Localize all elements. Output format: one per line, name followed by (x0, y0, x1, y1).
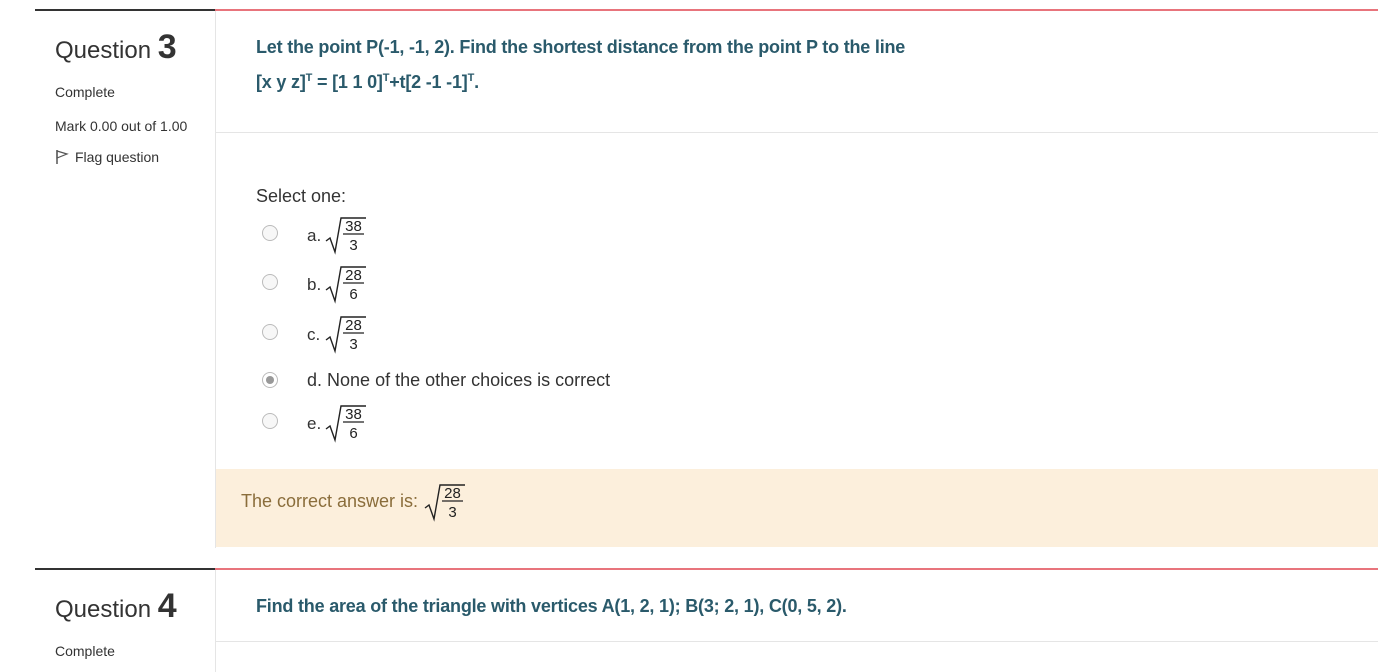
q3-option-d-text: None of the other choices is correct (327, 370, 611, 390)
q3-option-e-numerator: 38 (345, 406, 362, 423)
q3-vec-point: = [1 1 0] (312, 72, 383, 92)
q3-question-line2: [x y z]T = [1 1 0]T+t[2 -1 -1]T. (256, 72, 905, 93)
sqrt-icon: 38 6 (325, 405, 366, 443)
q3-option-d-radio[interactable] (262, 372, 278, 388)
q3-option-b-letter: b. (307, 275, 322, 294)
flag-icon (56, 150, 69, 164)
q3-option-d-label: d. None of the other choices is correct (307, 370, 610, 391)
q3-separator (215, 132, 1378, 133)
q4-question-text: Find the area of the triangle with verti… (256, 596, 847, 616)
q3-mark: Mark 0.00 out of 1.00 (55, 118, 188, 134)
q3-period: . (474, 72, 479, 92)
q3-state: Complete (55, 84, 115, 100)
q3-option-c[interactable]: c. 28 3 (262, 314, 862, 354)
q3-option-c-letter: c. (307, 325, 321, 344)
q3-option-a-radio[interactable] (262, 225, 278, 241)
q3-top-rule-left (35, 9, 215, 11)
q3-correct-numerator: 28 (444, 485, 461, 502)
sqrt-icon: 38 3 (325, 217, 366, 255)
q3-option-b-denominator: 6 (349, 286, 357, 303)
q3-option-d-letter: d. (307, 370, 323, 390)
sqrt-icon: 28 6 (325, 266, 366, 304)
q4-title-label: Question (55, 596, 152, 623)
q3-feedback: The correct answer is: 28 3 (216, 469, 1378, 547)
q3-option-c-radio[interactable] (262, 324, 278, 340)
q3-question-line1: Let the point P(-1, -1, 2). Find the sho… (256, 37, 906, 57)
q3-title-label: Question (55, 37, 152, 64)
q3-number: 3 (157, 28, 177, 66)
q3-option-e-letter: e. (307, 414, 322, 433)
q3-option-d[interactable]: d. None of the other choices is correct (262, 362, 862, 402)
q3-option-c-numerator: 28 (345, 317, 362, 334)
q3-vec-direction: +t[2 -1 -1] (389, 72, 468, 92)
q4-top-rule-right (215, 568, 1378, 570)
q3-option-a-denominator: 3 (349, 237, 357, 254)
q3-option-e-radio[interactable] (262, 413, 278, 429)
q3-vec-xyz: [x y z] (256, 72, 306, 92)
q3-option-e-denominator: 6 (349, 425, 357, 442)
q3-option-c-denominator: 3 (349, 336, 357, 353)
q4-separator (215, 641, 1378, 642)
q3-title: Question 3 (55, 30, 205, 64)
q3-select-one: Select one: (256, 186, 347, 206)
q4-title: Question 4 (55, 589, 205, 623)
q3-info-panel: Question 3 Complete Mark 0.00 out of 1.0… (55, 30, 205, 165)
q3-option-b-radio[interactable] (262, 274, 278, 290)
q4-info-panel: Question 4 Complete (55, 589, 205, 659)
q4-number: 4 (157, 587, 177, 625)
q4-top-rule-left (35, 568, 215, 570)
q3-option-b[interactable]: b. 28 6 (262, 264, 862, 304)
q4-state: Complete (55, 643, 115, 659)
q4-content-border (215, 570, 216, 672)
sqrt-icon: 28 3 (424, 484, 465, 522)
q3-option-a-numerator: 38 (345, 218, 362, 235)
q3-flag-question-link[interactable]: Flag question (55, 149, 205, 165)
q3-option-a[interactable]: a. 38 3 (262, 215, 862, 255)
q3-question-text: Let the point P(-1, -1, 2). Find the sho… (256, 37, 905, 93)
q3-top-rule-right (215, 9, 1378, 11)
q3-option-a-letter: a. (307, 226, 322, 245)
q3-correct-denominator: 3 (448, 504, 456, 521)
q3-option-b-numerator: 28 (345, 267, 362, 284)
q3-content-border (215, 11, 216, 548)
q3-option-e[interactable]: e. 38 6 (262, 403, 862, 443)
q3-correct-answer-label: The correct answer is: (241, 491, 419, 511)
q3-flag-label: Flag question (75, 149, 160, 165)
sqrt-icon: 28 3 (325, 316, 366, 354)
